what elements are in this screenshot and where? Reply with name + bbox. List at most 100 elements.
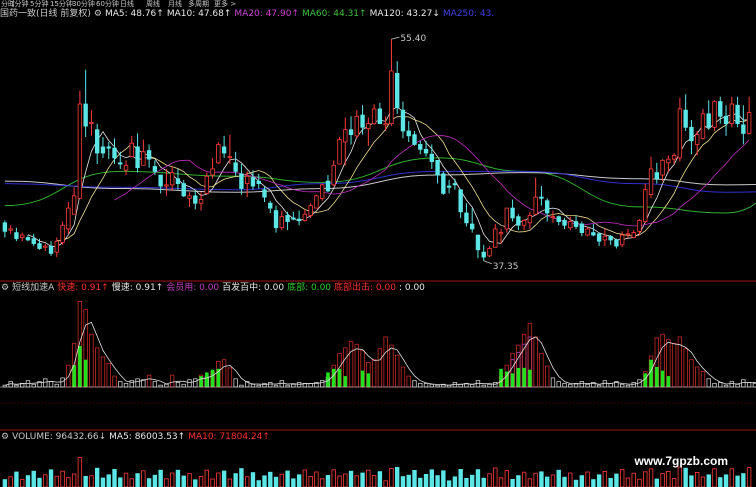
timeframe-tab[interactable]: 60分钟 <box>96 0 119 9</box>
volume-bar <box>464 477 469 487</box>
volume-header: ⚙ VOLUME: 96432.66↓ MA5: 86003.53↑ MA10: 71… <box>1 432 276 443</box>
candle-body <box>689 126 694 142</box>
candle-body <box>718 101 723 117</box>
volume-bar <box>123 472 129 487</box>
volume-bar <box>216 472 221 487</box>
timeframe-tab[interactable]: 5分钟 <box>30 0 48 9</box>
indicator-settings-icon[interactable]: ⚙ <box>1 283 9 293</box>
candle-body <box>187 195 192 199</box>
timeframe-tab[interactable]: 1分钟 <box>10 0 28 9</box>
volume-bar <box>591 479 596 487</box>
volume-bar <box>89 475 94 487</box>
timeframe-tab[interactable]: 周线 <box>146 0 160 9</box>
volume-bar <box>741 473 746 487</box>
volume-bar <box>314 471 319 487</box>
indicator-bar-red <box>562 382 567 388</box>
volume-bar <box>308 475 313 487</box>
candle-body <box>66 207 71 230</box>
candle-body <box>487 248 492 257</box>
candle-body <box>406 130 411 137</box>
indicator-bar-red <box>221 359 227 388</box>
candle-body <box>337 139 342 165</box>
low-price-label-pointer <box>483 260 492 265</box>
volume-bar <box>637 478 642 487</box>
volume-bar <box>66 477 71 487</box>
candle-body <box>343 129 348 143</box>
candle-body <box>83 103 88 127</box>
volume-bar <box>418 477 423 487</box>
low-price-label: 37.35 <box>493 262 519 272</box>
candle-body <box>666 158 671 164</box>
indicator-bar-red <box>383 336 388 388</box>
indicator-value: MA10: 47.68↑ <box>166 9 232 19</box>
candle-body <box>181 183 186 197</box>
volume-bar <box>296 474 302 487</box>
indicator-bar-green <box>666 376 671 387</box>
candle-body <box>71 195 77 215</box>
volume-bar <box>95 467 100 487</box>
candle-body <box>8 228 13 231</box>
candle-body <box>164 184 169 187</box>
volume-bar <box>371 475 377 487</box>
chart-canvas[interactable]: 55.40 37.35 <box>0 0 756 487</box>
volume-bar <box>729 468 734 487</box>
candle-body <box>366 123 371 129</box>
volume-bar <box>660 473 665 487</box>
indicator-bar-red <box>556 381 561 388</box>
volume-bar <box>406 474 411 487</box>
candle-body <box>371 108 377 125</box>
volume-bar <box>331 469 336 487</box>
volume-bar <box>135 473 140 487</box>
volume-bar <box>648 468 654 487</box>
volume-bar <box>470 474 475 487</box>
candle-body <box>158 174 163 187</box>
candle-body <box>170 172 175 186</box>
indicator-value: MA5: 48.76↑ <box>104 9 164 19</box>
candle-body <box>735 104 740 125</box>
timeframe-tab[interactable]: 日线 <box>120 0 134 9</box>
candle-body <box>631 232 636 238</box>
indicator-value: MA250: 43. <box>442 9 495 19</box>
volume-bar <box>100 477 106 487</box>
indicator-bar-red <box>400 366 406 388</box>
volume-bar <box>695 471 700 487</box>
indicator-bar-red <box>423 382 429 388</box>
timeframe-tab[interactable]: 多周期 <box>188 0 209 9</box>
timeframe-tab[interactable]: 月线 <box>168 0 182 9</box>
indicator-bar-red <box>395 354 400 388</box>
candle-body <box>400 109 406 132</box>
volume-bar <box>354 475 359 487</box>
indicator-bar-red <box>533 336 538 388</box>
candle-body <box>510 207 515 219</box>
candle-body <box>706 113 711 128</box>
candle-body <box>221 146 227 154</box>
candle-body <box>568 221 573 229</box>
indicator-value: 百发百中: 0.00 <box>222 283 285 293</box>
volume-settings-icon[interactable]: ⚙ <box>1 432 9 442</box>
volume-bar <box>539 471 544 487</box>
indicator-bar-red <box>320 380 325 388</box>
timeframe-tab[interactable]: 更多 > <box>214 0 236 9</box>
candle-body <box>112 147 117 159</box>
candle-body <box>660 159 665 176</box>
volume-bar <box>302 469 308 487</box>
high-price-label: 55.40 <box>400 34 426 44</box>
candle-body <box>268 202 273 209</box>
indicator-bar-red <box>695 366 700 388</box>
indicator-bar-green <box>343 376 348 387</box>
timeframe-tab[interactable]: 30分钟 <box>72 0 95 9</box>
volume-bar <box>712 468 717 487</box>
volume-bar <box>458 468 463 487</box>
volume-bar <box>527 478 533 487</box>
volume-bar <box>683 467 688 487</box>
indicator-header: ⚙ 短线加速A 快速: 0.91↑ 慢速: 0.91↑ 会员用: 0.00 百发百中: 0… <box>1 283 431 294</box>
candle-body <box>620 234 625 246</box>
candle-body <box>441 173 446 194</box>
timeframe-tab[interactable]: 15分钟 <box>50 0 73 9</box>
indicator-bar-red <box>412 380 417 388</box>
indicator-bar-red <box>227 367 233 388</box>
candle-body <box>533 196 538 215</box>
candle-body <box>452 183 458 186</box>
settings-icon[interactable]: ⚙ <box>94 9 102 19</box>
volume-bar <box>60 470 65 487</box>
